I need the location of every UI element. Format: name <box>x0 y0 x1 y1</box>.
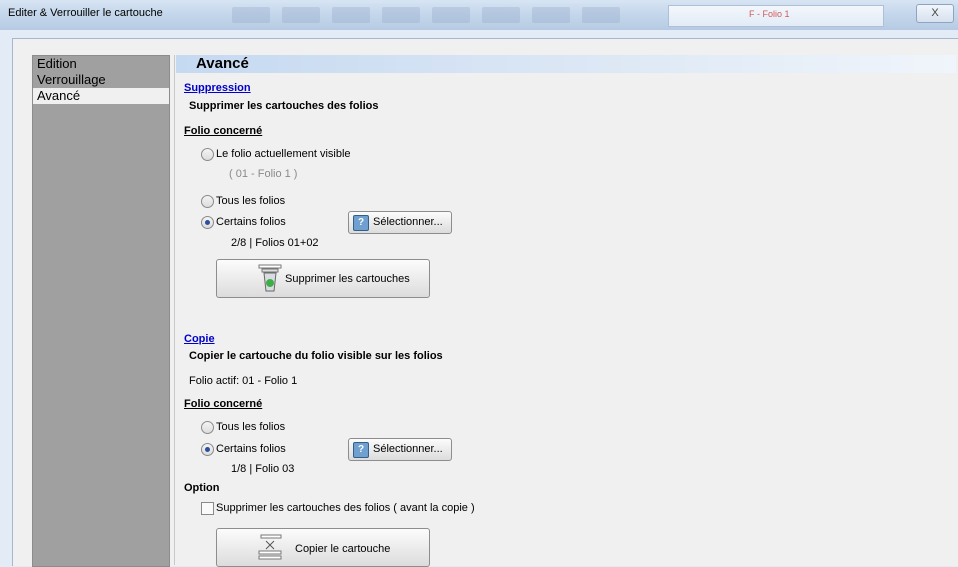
copie-select-label: Sélectionner... <box>373 443 443 455</box>
background-toolbar-item <box>532 7 570 23</box>
suppression-section-link[interactable]: Suppression <box>184 82 251 94</box>
supprimer-cartouches-button[interactable]: Supprimer les cartouches <box>216 259 430 298</box>
background-toolbar-item <box>432 7 470 23</box>
suppression-selection-summary: 2/8 | Folios 01+02 <box>231 237 319 249</box>
copie-radio-certains-folios[interactable] <box>201 443 214 456</box>
background-toolbar-item <box>232 7 270 23</box>
copie-description: Copier le cartouche du folio visible sur… <box>189 350 443 362</box>
radio-certains-folios[interactable] <box>201 216 214 229</box>
trash-icon <box>258 264 282 292</box>
window-title: Editer & Verrouiller le cartouche <box>8 7 163 19</box>
content-panel <box>174 55 958 565</box>
option-heading: Option <box>184 482 220 494</box>
copie-folio-heading: Folio concerné <box>184 398 263 410</box>
background-toolbar-item <box>382 7 420 23</box>
radio-folio-visible-label: Le folio actuellement visible <box>216 148 351 160</box>
supprimer-cartouches-label: Supprimer les cartouches <box>285 273 410 285</box>
copie-radio-tous-folios-label: Tous les folios <box>216 421 286 433</box>
nav-item-avance[interactable]: Avancé <box>33 88 169 104</box>
title-bar: Editer & Verrouiller le cartouche F - Fo… <box>0 0 958 30</box>
copie-radio-certains-folios-label: Certains folios <box>216 443 286 455</box>
copier-cartouche-button[interactable]: Copier le cartouche <box>216 528 430 567</box>
copie-selection-summary: 1/8 | Folio 03 <box>231 463 295 475</box>
copie-radio-tous-folios[interactable] <box>201 421 214 434</box>
visible-folio-text: ( 01 - Folio 1 ) <box>229 168 298 180</box>
nav-list: Edition Verrouillage Avancé <box>32 55 170 567</box>
supprimer-avant-copie-checkbox[interactable] <box>201 502 214 515</box>
panel-header: Avancé <box>176 55 956 73</box>
radio-tous-folios-label: Tous les folios <box>216 195 286 207</box>
radio-tous-folios[interactable] <box>201 195 214 208</box>
suppression-select-button[interactable]: ? Sélectionner... <box>348 211 452 234</box>
copier-cartouche-label: Copier le cartouche <box>295 543 391 555</box>
help-select-icon: ? <box>353 442 369 458</box>
help-select-icon: ? <box>353 215 369 231</box>
background-field-text: F - Folio 1 <box>749 9 790 19</box>
background-toolbar-item <box>332 7 370 23</box>
radio-folio-visible[interactable] <box>201 148 214 161</box>
copy-cartouche-icon <box>258 534 282 560</box>
panel-title: Avancé <box>196 55 249 72</box>
copie-section-link[interactable]: Copie <box>184 333 215 345</box>
copie-active-folio: Folio actif: 01 - Folio 1 <box>189 375 298 387</box>
suppression-select-label: Sélectionner... <box>373 216 443 228</box>
radio-certains-folios-label: Certains folios <box>216 216 286 228</box>
nav-item-edition[interactable]: Edition <box>33 56 169 72</box>
suppression-folio-heading: Folio concerné <box>184 125 263 137</box>
background-field: F - Folio 1 <box>668 5 884 27</box>
supprimer-avant-copie-label: Supprimer les cartouches des folios ( av… <box>216 502 475 514</box>
suppression-description: Supprimer les cartouches des folios <box>189 100 379 112</box>
copie-select-button[interactable]: ? Sélectionner... <box>348 438 452 461</box>
background-toolbar-item <box>582 7 620 23</box>
background-toolbar-item <box>282 7 320 23</box>
close-button[interactable]: X <box>916 4 954 23</box>
close-icon: X <box>931 7 939 19</box>
background-toolbar-item <box>482 7 520 23</box>
nav-item-verrouillage[interactable]: Verrouillage <box>33 72 169 88</box>
